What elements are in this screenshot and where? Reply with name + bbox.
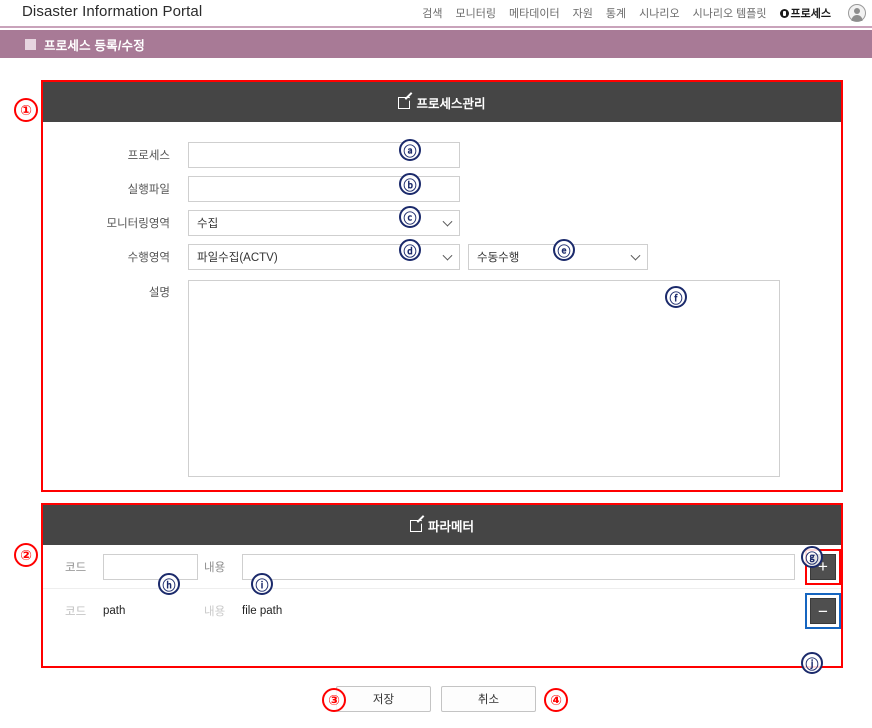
form-row-monitoring-area: 모니터링영역 수집 (43, 206, 841, 240)
page-title: 프로세스 등록/수정 (44, 38, 145, 53)
process-management-panel: 프로세스관리 프로세스 실행파일 모니터링영역 수집 수행영역 파일수집(ACT… (41, 80, 843, 492)
edit-pencil-icon (409, 520, 422, 532)
nav-item-scenario-template[interactable]: 시나리오 템플릿 (693, 5, 767, 21)
app-brand-title: Disaster Information Portal (22, 3, 203, 20)
parameter-code-value: path (103, 605, 126, 617)
parameter-code-input[interactable] (103, 553, 198, 580)
process-panel-title: 프로세스관리 (416, 96, 486, 111)
exec-mode-select[interactable]: 수동수행 (468, 244, 648, 270)
add-parameter-button[interactable]: + (810, 553, 836, 580)
cancel-button[interactable]: 취소 (441, 686, 536, 712)
page-title-bar: 프로세스 등록/수정 (0, 30, 872, 58)
process-form: 프로세스 실행파일 모니터링영역 수집 수행영역 파일수집(ACTV) 수동수행… (43, 122, 841, 477)
monitoring-area-label: 모니터링영역 (106, 218, 170, 230)
annotation-marker-1: ① (14, 98, 38, 122)
edit-pencil-icon (398, 97, 411, 109)
form-row-description: 설명 (43, 280, 841, 477)
chevron-down-icon (442, 250, 453, 261)
monitoring-area-select[interactable]: 수집 (188, 210, 460, 236)
form-row-exec-file: 실행파일 (43, 172, 841, 206)
nav-item-search[interactable]: 검색 (422, 5, 442, 21)
nav-item-monitoring[interactable]: 모니터링 (456, 5, 496, 21)
remove-parameter-button-highlight: − (805, 593, 841, 629)
parameter-row-new: 코드 내용 + (43, 545, 841, 589)
parameter-panel-header: 파라메터 (43, 505, 841, 545)
remove-parameter-button[interactable]: − (810, 598, 836, 624)
form-row-process: 프로세스 (43, 138, 841, 172)
app-root: Disaster Information Portal 검색 모니터링 메타데이… (0, 0, 872, 728)
parameter-panel: 파라메터 코드 내용 + 코드 path 내용 file path − (41, 503, 843, 668)
parameter-rows: 코드 내용 + 코드 path 내용 file path − (43, 545, 841, 633)
process-panel-header: 프로세스관리 (43, 82, 841, 122)
parameter-row-existing: 코드 path 내용 file path − (43, 589, 841, 633)
chevron-down-icon (442, 216, 453, 227)
annotation-marker-2: ② (14, 543, 38, 567)
parameter-content-input[interactable] (242, 553, 795, 580)
main-nav: 검색 모니터링 메타데이터 자원 통계 시나리오 시나리오 템플릿 프로세스 (422, 0, 866, 26)
square-icon (25, 38, 36, 50)
nav-item-resource[interactable]: 자원 (573, 5, 593, 21)
description-textarea[interactable] (188, 280, 780, 477)
parameter-code-label: 코드 (65, 606, 87, 618)
exec-area-select[interactable]: 파일수집(ACTV) (188, 244, 460, 270)
monitoring-area-value: 수집 (197, 218, 219, 230)
nav-item-scenario[interactable]: 시나리오 (639, 5, 679, 21)
nav-item-statistics[interactable]: 통계 (606, 5, 626, 21)
footer-actions: 저장 취소 (0, 686, 872, 712)
exec-file-input[interactable] (188, 176, 460, 202)
gear-icon (779, 8, 789, 18)
exec-area-label: 수행영역 (127, 252, 170, 264)
save-button[interactable]: 저장 (336, 686, 431, 712)
nav-item-process[interactable]: 프로세스 (779, 5, 831, 21)
parameter-content-value: file path (242, 605, 283, 617)
nav-item-process-label: 프로세스 (790, 8, 831, 20)
top-navigation-bar: Disaster Information Portal 검색 모니터링 메타데이… (0, 0, 872, 28)
nav-item-metadata[interactable]: 메타데이터 (509, 5, 560, 21)
exec-file-label: 실행파일 (127, 184, 170, 196)
process-label: 프로세스 (127, 150, 170, 162)
exec-area-value: 파일수집(ACTV) (197, 252, 278, 264)
chevron-down-icon (630, 250, 641, 261)
exec-mode-value: 수동수행 (477, 252, 520, 264)
parameter-panel-title: 파라메터 (427, 519, 474, 534)
parameter-code-label: 코드 (65, 561, 87, 574)
user-avatar-icon[interactable] (848, 4, 866, 22)
parameter-content-label: 내용 (204, 606, 226, 618)
process-input[interactable] (188, 142, 460, 168)
description-label: 설명 (148, 287, 170, 299)
add-parameter-button-highlight: + (805, 548, 841, 585)
form-row-exec-area: 수행영역 파일수집(ACTV) 수동수행 (43, 240, 841, 274)
parameter-content-label: 내용 (204, 561, 226, 574)
